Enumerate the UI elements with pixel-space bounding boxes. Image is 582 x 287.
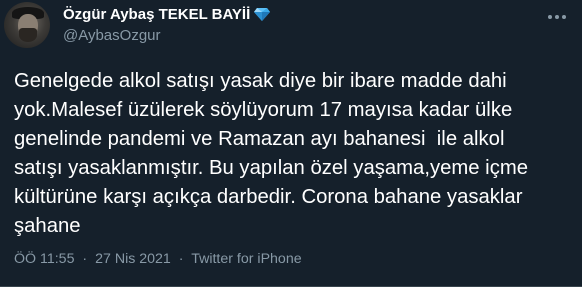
gem-icon (254, 8, 271, 21)
tweet-source[interactable]: Twitter for iPhone (191, 251, 301, 267)
tweet-date[interactable]: 27 Nis 2021 (95, 251, 171, 267)
tweet-time[interactable]: ÖÖ 11:55 (14, 251, 74, 267)
meta-separator: · (178, 251, 184, 267)
tweet-meta: ÖÖ 11:55 · 27 Nis 2021 · Twitter for iPh… (14, 251, 302, 267)
avatar-beard (19, 28, 37, 42)
tweet-header: Özgür Aybaş TEKEL BAYİİ @AybasOzgur (0, 0, 582, 62)
more-dot (548, 15, 552, 19)
more-options-icon[interactable] (548, 8, 566, 26)
author-display-name[interactable]: Özgür Aybaş TEKEL BAYİİ (63, 6, 271, 23)
tweet-card: Özgür Aybaş TEKEL BAYİİ @AybasOzgur Gene… (0, 0, 582, 287)
avatar[interactable] (4, 2, 50, 48)
meta-separator: · (82, 251, 88, 267)
author-handle[interactable]: @AybasOzgur (63, 27, 161, 44)
more-dot (562, 15, 566, 19)
author-name-text: Özgür Aybaş TEKEL BAYİİ (63, 6, 251, 23)
tweet-text: Genelgede alkol satışı yasak diye bir ib… (14, 70, 529, 237)
more-dot (555, 15, 559, 19)
